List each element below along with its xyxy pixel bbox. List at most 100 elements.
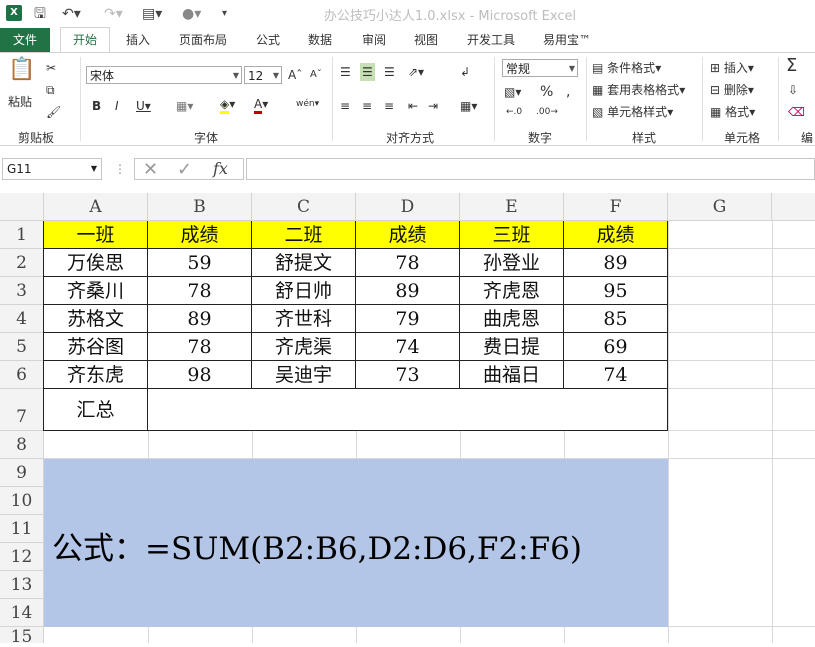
border-icon[interactable]: ▦▾: [176, 97, 193, 115]
save-icon[interactable]: 🖫: [34, 4, 46, 24]
phonetic-icon[interactable]: wén▾: [296, 95, 319, 113]
tab-formulas[interactable]: 公式: [248, 28, 288, 52]
customize-toolbar-icon[interactable]: ▾: [222, 4, 227, 24]
italic-icon[interactable]: I: [115, 97, 119, 115]
row-header-5[interactable]: 5: [0, 333, 44, 361]
underline-icon[interactable]: U▾: [136, 97, 151, 115]
table-cell[interactable]: 73: [356, 361, 460, 389]
select-all-corner[interactable]: [0, 193, 44, 221]
align-bottom-icon[interactable]: ☰: [384, 63, 395, 81]
column-header-d[interactable]: D: [356, 193, 460, 221]
row-header-1[interactable]: 1: [0, 221, 44, 249]
header-cell-class3[interactable]: 三班: [460, 221, 564, 249]
redo-icon[interactable]: ↷▾: [104, 4, 123, 24]
table-cell[interactable]: 89: [148, 305, 252, 333]
column-header-f[interactable]: F: [564, 193, 668, 221]
summary-value-cell[interactable]: [148, 389, 668, 431]
table-cell[interactable]: 95: [564, 277, 668, 305]
conditional-format-button[interactable]: ▤ 条件格式▾: [592, 59, 661, 77]
circle-icon[interactable]: ●▾: [182, 4, 201, 24]
more-options-icon[interactable]: ⋮: [114, 162, 126, 176]
row-header-3[interactable]: 3: [0, 277, 44, 305]
tab-insert[interactable]: 插入: [118, 28, 158, 52]
autosum-icon[interactable]: Σ: [786, 57, 797, 75]
table-cell[interactable]: 98: [148, 361, 252, 389]
row-header-2[interactable]: 2: [0, 249, 44, 277]
wrap-text-icon[interactable]: ↲: [460, 63, 470, 81]
row-header-8[interactable]: 8: [0, 431, 44, 459]
tab-view[interactable]: 视图: [406, 28, 446, 52]
tab-review[interactable]: 审阅: [354, 28, 394, 52]
column-header-a[interactable]: A: [44, 193, 148, 221]
format-painter-icon[interactable]: 🖌: [46, 103, 61, 121]
table-cell[interactable]: 费日提: [460, 333, 564, 361]
row-header-12[interactable]: 12: [0, 543, 44, 571]
font-color-icon[interactable]: A▾: [254, 95, 268, 114]
align-top-icon[interactable]: ☰: [340, 63, 351, 81]
row-header-13[interactable]: 13: [0, 571, 44, 599]
table-cell[interactable]: 59: [148, 249, 252, 277]
row-header-10[interactable]: 10: [0, 487, 44, 515]
cancel-icon[interactable]: ✕: [143, 159, 158, 180]
comma-icon[interactable]: ,: [566, 83, 570, 101]
table-cell[interactable]: 齐世科: [252, 305, 356, 333]
row-header-9[interactable]: 9: [0, 459, 44, 487]
header-cell-class1[interactable]: 一班: [44, 221, 148, 249]
tab-file[interactable]: 文件: [0, 28, 50, 52]
format-cells-button[interactable]: ▦ 格式▾: [710, 103, 755, 121]
row-header-11[interactable]: 11: [0, 515, 44, 543]
table-cell[interactable]: 苏谷图: [44, 333, 148, 361]
font-size-select[interactable]: 12 ▼: [244, 66, 282, 84]
table-cell[interactable]: 齐虎恩: [460, 277, 564, 305]
decrease-font-icon[interactable]: Aˇ: [310, 66, 322, 84]
column-header-c[interactable]: C: [252, 193, 356, 221]
row-header-4[interactable]: 4: [0, 305, 44, 333]
table-cell[interactable]: 万俟思: [44, 249, 148, 277]
table-cell[interactable]: 齐虎渠: [252, 333, 356, 361]
print-preview-icon[interactable]: ▤▾: [142, 4, 162, 24]
table-cell[interactable]: 78: [148, 277, 252, 305]
fill-down-icon[interactable]: ⇩: [788, 81, 798, 99]
paste-button[interactable]: 粘贴: [8, 93, 32, 111]
row-header-14[interactable]: 14: [0, 599, 44, 627]
header-cell-score3[interactable]: 成绩: [564, 221, 668, 249]
table-cell[interactable]: 79: [356, 305, 460, 333]
table-cell[interactable]: 齐东虎: [44, 361, 148, 389]
delete-cells-button[interactable]: ⊟ 删除▾: [710, 81, 754, 99]
table-cell[interactable]: 74: [356, 333, 460, 361]
tab-data[interactable]: 数据: [300, 28, 340, 52]
table-cell[interactable]: 78: [356, 249, 460, 277]
percent-icon[interactable]: %: [540, 83, 553, 101]
column-header-h[interactable]: [772, 193, 815, 221]
column-header-g[interactable]: G: [668, 193, 772, 221]
cut-icon[interactable]: ✂: [46, 59, 56, 77]
indent-decrease-icon[interactable]: ⇤: [408, 97, 418, 115]
increase-font-icon[interactable]: Aˆ: [288, 66, 302, 84]
table-cell[interactable]: 曲福日: [460, 361, 564, 389]
clear-icon[interactable]: ⌫: [788, 103, 805, 121]
cell-style-button[interactable]: ▧ 单元格样式▾: [592, 103, 673, 121]
align-left-icon[interactable]: ≡: [340, 97, 350, 115]
align-center-icon[interactable]: ≡: [362, 97, 372, 115]
name-box[interactable]: G11 ▼: [2, 158, 102, 180]
table-cell[interactable]: 74: [564, 361, 668, 389]
undo-icon[interactable]: ↶▾: [62, 4, 81, 24]
table-cell[interactable]: 孙登业: [460, 249, 564, 277]
table-cell[interactable]: 齐桑川: [44, 277, 148, 305]
column-header-e[interactable]: E: [460, 193, 564, 221]
tab-home[interactable]: 开始: [60, 27, 110, 52]
copy-icon[interactable]: ⧉: [46, 81, 55, 99]
tab-yiyongbao[interactable]: 易用宝™: [536, 28, 598, 52]
indent-increase-icon[interactable]: ⇥: [428, 97, 438, 115]
formula-input[interactable]: [246, 158, 815, 180]
number-format-select[interactable]: 常规 ▼: [502, 59, 578, 77]
table-cell[interactable]: 89: [564, 249, 668, 277]
fill-color-icon[interactable]: ◈▾: [220, 95, 235, 114]
table-cell[interactable]: 85: [564, 305, 668, 333]
decrease-decimal-icon[interactable]: .00→: [536, 103, 558, 121]
currency-icon[interactable]: ▧▾: [504, 83, 521, 101]
column-header-b[interactable]: B: [148, 193, 252, 221]
row-header-7[interactable]: 7: [0, 389, 44, 431]
table-cell[interactable]: 舒日帅: [252, 277, 356, 305]
header-cell-score2[interactable]: 成绩: [356, 221, 460, 249]
